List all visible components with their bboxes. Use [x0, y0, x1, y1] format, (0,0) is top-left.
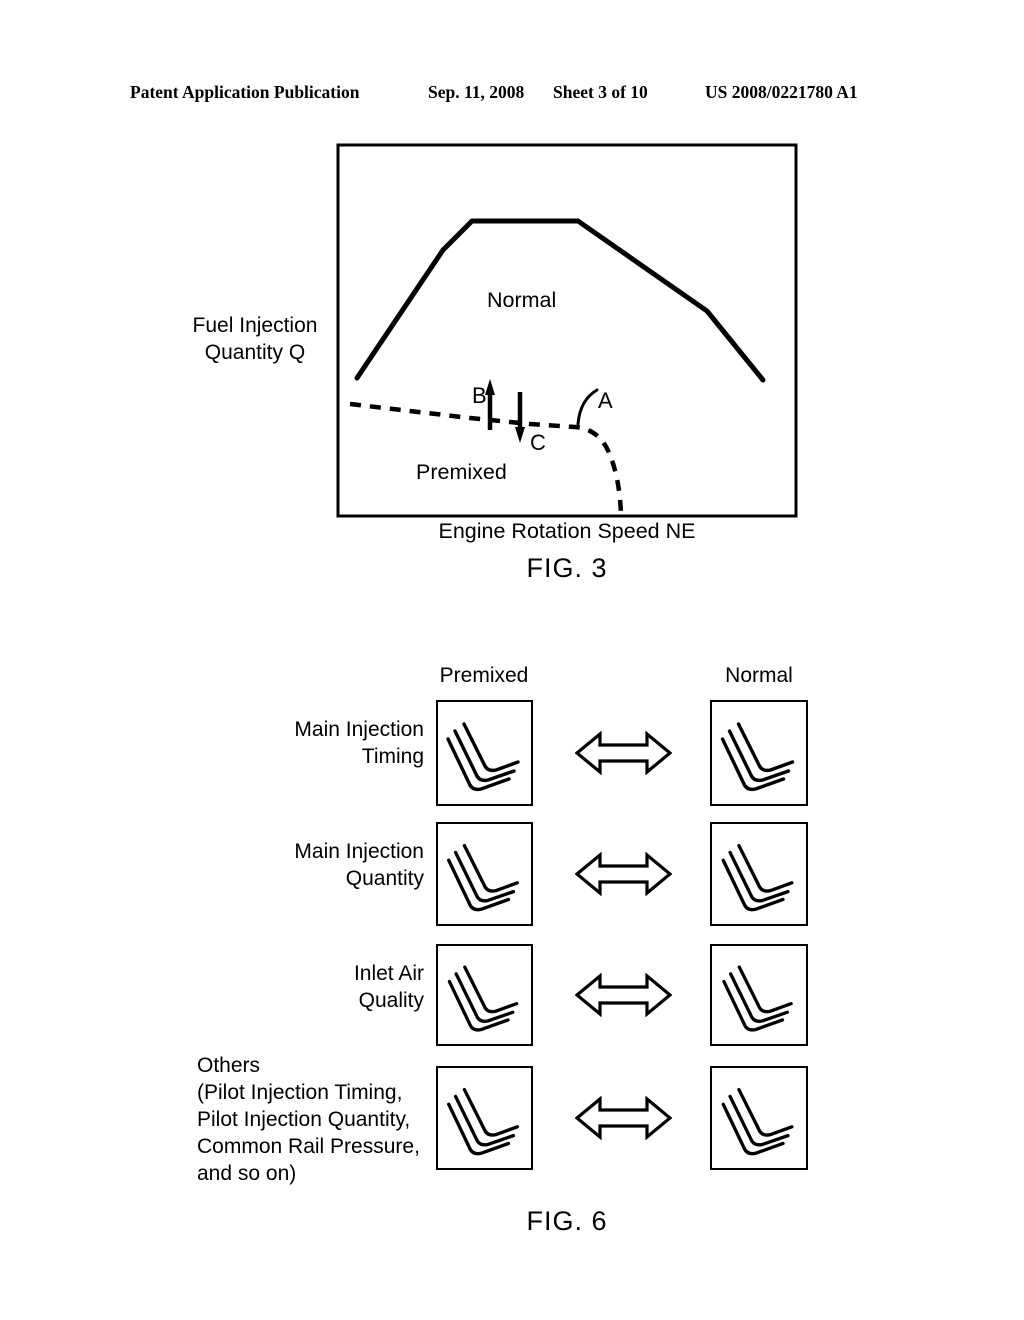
- label-a-leader: [576, 388, 599, 426]
- map-curves-icon: [447, 965, 519, 1032]
- curve-label-b: B: [472, 383, 487, 408]
- map-cell-normal-row-3[interactable]: [710, 1066, 808, 1170]
- figure-3-caption: FIG. 3: [526, 553, 608, 583]
- row-label-line-2: Quantity: [345, 867, 424, 890]
- row-label-line-2: (Pilot Injection Timing,: [197, 1081, 403, 1104]
- curve-label-a: A: [598, 388, 613, 413]
- map-curves-icon: [446, 722, 520, 792]
- row-label-others: Others (Pilot Injection Timing, Pilot In…: [197, 1052, 447, 1187]
- map-cell-normal-row-1[interactable]: [710, 822, 808, 926]
- row-label-line-1: Main Injection: [294, 718, 424, 741]
- row-label-main-injection-timing: Main Injection Timing: [188, 716, 424, 770]
- y-axis-label-line-2: Quantity Q: [204, 341, 306, 364]
- row-label-line-1: Main Injection: [294, 840, 424, 863]
- double-headed-arrow-icon: [574, 1095, 673, 1141]
- double-arrow-row-3: [574, 1095, 673, 1145]
- curve-label-premixed: Premixed: [416, 460, 507, 484]
- row-label-inlet-air-quality: Inlet Air Quality: [188, 960, 424, 1014]
- map-cell-normal-row-0[interactable]: [710, 700, 808, 806]
- x-axis-label: Engine Rotation Speed NE: [438, 519, 696, 543]
- row-label-line-2: Timing: [361, 745, 424, 768]
- double-arrow-row-0: [574, 730, 673, 780]
- map-cell-premixed-row-0[interactable]: [436, 700, 533, 806]
- column-header-normal: Normal: [725, 664, 793, 687]
- row-label-line-1: Others: [197, 1054, 261, 1077]
- map-cell-premixed-row-1[interactable]: [436, 822, 533, 926]
- chart-frame: [336, 143, 798, 518]
- map-cell-normal-row-2[interactable]: [710, 944, 808, 1046]
- normal-curve: [354, 218, 766, 383]
- map-curves-icon: [447, 1087, 519, 1156]
- row-label-line-4: Common Rail Pressure,: [197, 1135, 420, 1158]
- map-cell-premixed-row-3[interactable]: [436, 1066, 533, 1170]
- map-curves-icon: [721, 1087, 794, 1156]
- curve-label-normal: Normal: [487, 288, 557, 312]
- map-curves-icon: [722, 965, 793, 1032]
- double-headed-arrow-icon: [574, 730, 673, 776]
- map-cell-premixed-row-2[interactable]: [436, 944, 533, 1046]
- row-label-line-1: Inlet Air: [353, 962, 424, 985]
- arrow-c-down: [515, 392, 525, 443]
- map-curves-icon: [447, 843, 519, 912]
- y-axis-label-line-1: Fuel Injection: [192, 314, 318, 337]
- double-headed-arrow-icon: [574, 972, 673, 1018]
- row-label-line-3: Pilot Injection Quantity,: [197, 1108, 411, 1131]
- double-headed-arrow-icon: [574, 851, 673, 897]
- row-label-line-2: Quality: [358, 989, 424, 1012]
- figure-6-caption: FIG. 6: [526, 1206, 608, 1236]
- column-header-premixed: Premixed: [439, 664, 529, 687]
- row-label-line-5: and so on): [197, 1162, 297, 1185]
- double-arrow-row-2: [574, 972, 673, 1022]
- map-curves-icon: [720, 722, 795, 792]
- curve-label-c: C: [530, 430, 546, 455]
- map-curves-icon: [721, 843, 794, 912]
- double-arrow-row-1: [574, 851, 673, 901]
- row-label-main-injection-quantity: Main Injection Quantity: [188, 838, 424, 892]
- y-axis-label: Fuel Injection Quantity Q: [175, 312, 335, 366]
- figure-3: Fuel Injection Quantity Q Engine Rotatio…: [0, 0, 1024, 600]
